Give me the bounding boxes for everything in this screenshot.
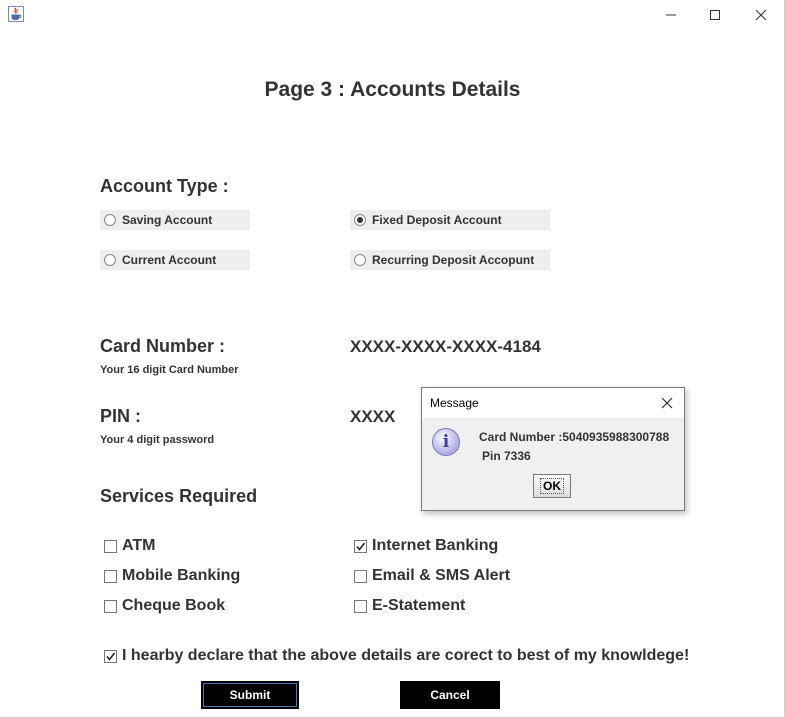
radio-recurring-deposit-account[interactable]: Recurring Deposit Accopunt bbox=[350, 250, 550, 270]
checkbox-label: Email & SMS Alert bbox=[372, 567, 511, 584]
checkbox-label: I hearby declare that the above details … bbox=[122, 647, 690, 664]
pin-value: XXXX bbox=[350, 407, 396, 426]
maximize-icon bbox=[710, 10, 720, 20]
ok-button-label: OK bbox=[540, 478, 564, 494]
checkmark-icon bbox=[354, 539, 367, 553]
close-icon bbox=[661, 397, 673, 409]
radio-label: Fixed Deposit Account bbox=[372, 213, 502, 227]
dialog-close-button[interactable] bbox=[658, 394, 676, 412]
minimize-button[interactable] bbox=[648, 0, 694, 30]
checkbox-label: Internet Banking bbox=[372, 537, 499, 554]
radio-saving-account[interactable]: Saving Account bbox=[100, 210, 250, 230]
radio-unselected-icon bbox=[104, 254, 116, 266]
maximize-button[interactable] bbox=[692, 0, 738, 30]
close-icon bbox=[755, 9, 767, 21]
minimize-icon bbox=[666, 14, 676, 16]
checkbox-label: Cheque Book bbox=[122, 597, 226, 614]
card-number-value: XXXX-XXXX-XXXX-4184 bbox=[350, 337, 541, 356]
dialog-titlebar: Message bbox=[422, 388, 684, 418]
checkbox-unchecked-icon bbox=[104, 539, 117, 553]
checkbox-unchecked-icon bbox=[354, 569, 367, 583]
radio-fixed-deposit-account[interactable]: Fixed Deposit Account bbox=[350, 210, 550, 230]
checkbox-mobile-banking[interactable]: Mobile Banking bbox=[104, 567, 240, 585]
checkbox-e-statement[interactable]: E-Statement bbox=[354, 597, 465, 615]
pin-heading: PIN : bbox=[100, 406, 142, 426]
checkbox-label: Mobile Banking bbox=[122, 567, 241, 584]
info-icon: i bbox=[432, 428, 460, 456]
ok-button[interactable]: OK bbox=[533, 474, 571, 498]
submit-button[interactable]: Submit bbox=[201, 681, 299, 709]
window-titlebar bbox=[0, 0, 785, 30]
dialog-title: Message bbox=[430, 396, 479, 410]
checkbox-label: ATM bbox=[122, 537, 156, 554]
dialog-pin: Pin 7336 bbox=[482, 449, 531, 463]
checkbox-declaration[interactable]: I hearby declare that the above details … bbox=[104, 647, 689, 665]
checkbox-unchecked-icon bbox=[104, 599, 117, 613]
checkbox-internet-banking[interactable]: Internet Banking bbox=[354, 537, 498, 555]
radio-label: Saving Account bbox=[122, 213, 213, 227]
radio-label: Recurring Deposit Accopunt bbox=[372, 253, 535, 267]
checkbox-unchecked-icon bbox=[354, 599, 367, 613]
page-title: Page 3 : Accounts Details bbox=[264, 78, 521, 101]
checkbox-email-sms-alert[interactable]: Email & SMS Alert bbox=[354, 567, 510, 585]
radio-unselected-icon bbox=[354, 254, 366, 266]
checkbox-unchecked-icon bbox=[104, 569, 117, 583]
radio-current-account[interactable]: Current Account bbox=[100, 250, 250, 270]
checkbox-atm[interactable]: ATM bbox=[104, 537, 155, 555]
close-button[interactable] bbox=[738, 0, 784, 30]
cancel-button[interactable]: Cancel bbox=[400, 681, 500, 709]
checkbox-label: E-Statement bbox=[372, 597, 466, 614]
services-heading: Services Required bbox=[100, 486, 258, 506]
account-type-heading: Account Type : bbox=[100, 176, 229, 196]
dialog-card-number: Card Number :5040935988300788 bbox=[479, 430, 670, 444]
message-dialog: Message i Card Number :5040935988300788 … bbox=[421, 387, 685, 511]
card-number-hint: Your 16 digit Card Number bbox=[100, 364, 239, 376]
java-coffee-icon bbox=[8, 6, 24, 22]
card-number-heading: Card Number : bbox=[100, 336, 226, 356]
pin-hint: Your 4 digit password bbox=[100, 434, 215, 446]
checkbox-cheque-book[interactable]: Cheque Book bbox=[104, 597, 225, 615]
radio-label: Current Account bbox=[122, 253, 217, 267]
radio-selected-icon bbox=[354, 214, 366, 226]
checkmark-icon bbox=[104, 649, 117, 663]
radio-unselected-icon bbox=[104, 214, 116, 226]
